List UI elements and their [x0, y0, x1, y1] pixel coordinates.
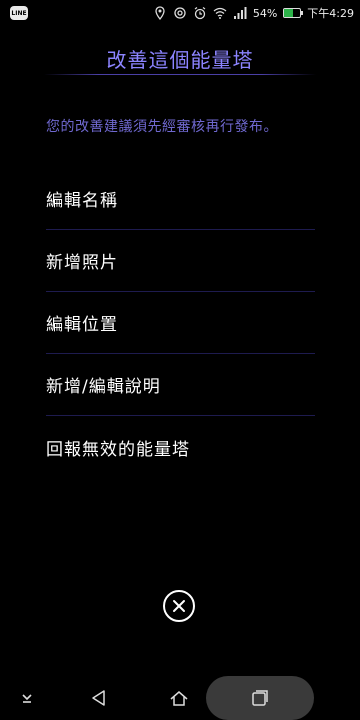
menu-item-edit-description[interactable]: 新增/編輯說明	[46, 354, 315, 416]
battery-icon	[283, 8, 304, 18]
clock: 下午4:29	[307, 7, 354, 20]
home-button[interactable]	[170, 689, 188, 707]
back-icon	[92, 690, 105, 706]
menu-item-edit-location[interactable]: 編輯位置	[46, 292, 315, 354]
page-title: 改善這個能量塔	[106, 48, 254, 72]
review-notice: 您的改善建議須先經審核再行發布。	[46, 119, 278, 135]
status-bar-right: 54% 下午4:29	[153, 5, 354, 21]
recent-apps-icon	[252, 690, 268, 706]
battery-percent: 54%	[252, 6, 278, 20]
status-bar: LINE 54% 下午4:29	[0, 0, 360, 26]
improvement-menu: 編輯名稱 新增照片 編輯位置 新增/編輯說明 回報無效的能量塔	[46, 168, 315, 478]
status-bar-left: LINE	[10, 6, 28, 20]
location-icon	[153, 6, 167, 20]
wifi-icon	[213, 6, 227, 20]
close-icon	[173, 600, 185, 612]
collapse-button[interactable]	[18, 689, 36, 707]
menu-item-report-invalid[interactable]: 回報無效的能量塔	[46, 416, 315, 478]
navigation-bar	[0, 676, 360, 720]
menu-item-add-photo[interactable]: 新增照片	[46, 230, 315, 292]
battery-fill	[284, 9, 293, 17]
signal-icon	[233, 6, 247, 20]
home-icon	[170, 691, 188, 706]
title-divider	[44, 74, 316, 75]
collapse-icon	[22, 694, 32, 703]
line-app-icon: LINE	[10, 6, 28, 20]
recent-apps-button[interactable]	[251, 689, 269, 707]
menu-item-edit-name[interactable]: 編輯名稱	[46, 168, 315, 230]
sync-icon	[173, 6, 187, 20]
close-button[interactable]	[163, 590, 195, 622]
back-button[interactable]	[90, 689, 108, 707]
alarm-icon	[193, 6, 207, 20]
